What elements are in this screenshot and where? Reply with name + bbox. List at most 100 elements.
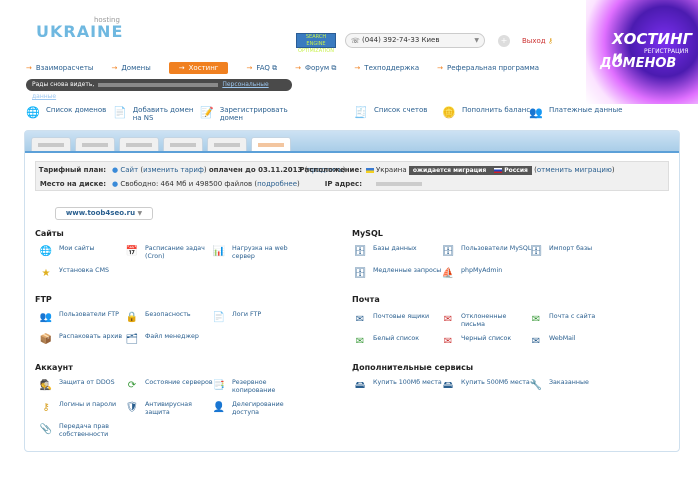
logo[interactable]: UKRAINE hosting: [36, 16, 123, 41]
item-web-load[interactable]: 📊 Нагрузка на web сервер: [212, 245, 298, 261]
hosting-panel: Тарифный план: ● Сайт (изменить тариф) о…: [24, 130, 680, 452]
arrow-right-icon: →: [295, 64, 301, 72]
document-icon: 📄: [212, 312, 226, 323]
key-icon: ⚷: [42, 402, 50, 413]
phone-select[interactable]: ☏ (044) 392-74-33 Киев ▼: [345, 33, 485, 48]
main-nav: → Взаиморасчеты → Домены → Хостинг → FAQ ⧉ →…: [26, 62, 557, 74]
item-ddos-protection[interactable]: 🕵 Защита от DDOS: [39, 379, 115, 393]
item-buy-100mb[interactable]: 🖴 Купить 100Мб места: [353, 379, 442, 393]
file-manager-icon: 🗂: [125, 334, 139, 345]
calendar-icon: 📅: [125, 246, 139, 257]
quick-invoice-list[interactable]: 🧾 Список счетов: [354, 106, 427, 120]
nav-item-support[interactable]: → Техподдержка: [354, 64, 419, 72]
quick-add-domain-ns[interactable]: 📄 Добавить домен на NS: [113, 106, 203, 122]
section-title-mysql: MySQL: [352, 229, 383, 238]
item-whitelist[interactable]: ✉ Белый список: [353, 335, 419, 349]
backup-icon: 📑: [212, 380, 226, 391]
item-server-status[interactable]: ⟳ Состояние серверов: [125, 379, 213, 393]
nav-item-domains[interactable]: → Домены: [111, 64, 150, 72]
envelope-x-icon: ✉: [443, 314, 453, 325]
chevron-down-icon: ▼: [474, 37, 479, 44]
invoice-icon: 🧾: [354, 106, 368, 119]
item-backup[interactable]: 📑 Резервное копирование: [212, 379, 292, 395]
item-site-mail[interactable]: ✉ Почта с сайта: [529, 313, 595, 327]
tab-label-redacted: [126, 143, 152, 147]
seo-seal[interactable]: SEARCH ENGINE OPTIMIZATION: [296, 33, 336, 54]
wrench-icon: 🔧: [529, 380, 543, 391]
item-delegate-access[interactable]: 👤 Делегирование доступа: [212, 401, 292, 417]
location-label: Расположение:: [299, 166, 362, 174]
phone-icon: ☏: [351, 37, 360, 45]
account-tab[interactable]: [75, 137, 115, 151]
agent-icon: 🕵: [39, 380, 53, 391]
quick-top-up-balance[interactable]: 🪙 Пополнить баланс: [442, 106, 530, 120]
nav-item-forum[interactable]: → Форум ⧉: [295, 64, 336, 73]
tab-label-redacted: [214, 143, 240, 147]
disk-value: Свободно: 464 Мб и 498500 файлов: [120, 180, 253, 188]
item-transfer-ownership[interactable]: 📎 Передача прав собственности: [39, 423, 125, 439]
item-cron[interactable]: 📅 Расписание задач (Cron): [125, 245, 211, 261]
item-ftp-logs[interactable]: 📄 Логи FTP: [212, 311, 261, 325]
section-title-extra: Дополнительные сервисы: [352, 363, 474, 372]
item-ftp-users[interactable]: 👥 Пользователи FTP: [39, 311, 119, 325]
item-rejected-mail[interactable]: ✉ Отклоненные письма: [441, 313, 527, 329]
item-antivirus[interactable]: 🛡 Антивирусная защита: [125, 401, 211, 417]
brand-line3: ДОМЕНОВ: [600, 56, 677, 71]
envelope-icon: ✉: [355, 314, 365, 325]
account-tab[interactable]: [207, 137, 247, 151]
nav-item-faq[interactable]: → FAQ ⧉: [246, 64, 277, 73]
hdd-icon: 🖴: [442, 380, 454, 391]
domain-select[interactable]: www.toob4seo.ru ▼: [55, 207, 153, 220]
quick-register-domain[interactable]: 📝 Зарегистрировать домен: [200, 106, 290, 122]
item-blacklist[interactable]: ✉ Черный список: [441, 335, 511, 349]
item-phpmyadmin[interactable]: ⛵ phpMyAdmin: [441, 267, 502, 281]
item-databases[interactable]: 🗄 Базы данных: [353, 245, 417, 259]
item-ordered[interactable]: 🔧 Заказанные: [529, 379, 589, 393]
migration-target: Россия: [504, 167, 528, 174]
item-mysql-users[interactable]: 🗄 Пользователи MySQL: [441, 245, 532, 259]
add-icon[interactable]: +: [498, 35, 510, 47]
logout-link[interactable]: Выход ⚷: [522, 37, 553, 45]
plan-label: Тарифный план:: [38, 166, 106, 174]
cancel-migration-link[interactable]: отменить миграцию: [537, 166, 612, 174]
item-file-manager[interactable]: 🗂 Файл менеджер: [125, 333, 199, 347]
account-tab[interactable]: [119, 137, 159, 151]
welcome-text: Рады снова видеть,: [32, 81, 95, 88]
username-redacted: [98, 82, 219, 87]
star-icon: ★: [41, 268, 51, 279]
account-tab[interactable]: [31, 137, 71, 151]
item-my-sites[interactable]: 🌐 Мои сайты: [39, 245, 95, 259]
item-security[interactable]: 🔒 Безопасность: [125, 311, 191, 325]
item-import-db[interactable]: 🗄 Импорт базы: [529, 245, 593, 259]
users-icon: 👥: [529, 106, 543, 119]
item-install-cms[interactable]: ★ Установка CMS: [39, 267, 109, 281]
nav-item-hosting[interactable]: → Хостинг: [168, 62, 229, 74]
quick-domain-list[interactable]: 🌐 Список доменов: [26, 106, 106, 120]
archive-icon: 📦: [39, 334, 53, 345]
arrow-right-icon: →: [437, 64, 444, 72]
phpmyadmin-icon: ⛵: [441, 268, 455, 279]
item-logins-passwords[interactable]: ⚷ Логины и пароли: [39, 401, 116, 415]
external-link-icon: ⧉: [272, 63, 278, 72]
ip-label: IP адрес:: [324, 180, 362, 188]
item-unpack-archive[interactable]: 📦 Распаковать архив: [39, 333, 122, 347]
ukraine-flag-icon: [366, 167, 374, 173]
migration-badge: ожидается миграция: [408, 166, 491, 175]
item-mailboxes[interactable]: ✉ Почтовые ящики: [353, 313, 429, 327]
quick-payment-data[interactable]: 👥 Платежные данные: [529, 106, 622, 120]
add-document-icon: 📄: [113, 106, 127, 119]
database-icon: 🗄: [353, 246, 367, 257]
envelope-block-icon: ✉: [443, 336, 453, 347]
nav-item-payments[interactable]: → Взаиморасчеты: [26, 64, 93, 72]
item-buy-500mb[interactable]: 🖴 Купить 500Мб места: [441, 379, 530, 393]
item-slow-queries[interactable]: 🗄 Медленные запросы: [353, 267, 442, 281]
change-plan-link[interactable]: изменить тариф: [143, 166, 204, 174]
account-tab[interactable]: [163, 137, 203, 151]
item-webmail[interactable]: ✉ WebMail: [529, 335, 576, 349]
nav-item-referral[interactable]: → Реферальная программа: [437, 64, 539, 72]
account-tab-active[interactable]: [251, 137, 291, 151]
logo-subtitle: hosting: [94, 16, 120, 24]
tab-label-redacted: [170, 143, 196, 147]
plan-value[interactable]: Сайт: [120, 166, 138, 174]
disk-label: Место на диске:: [39, 180, 106, 188]
